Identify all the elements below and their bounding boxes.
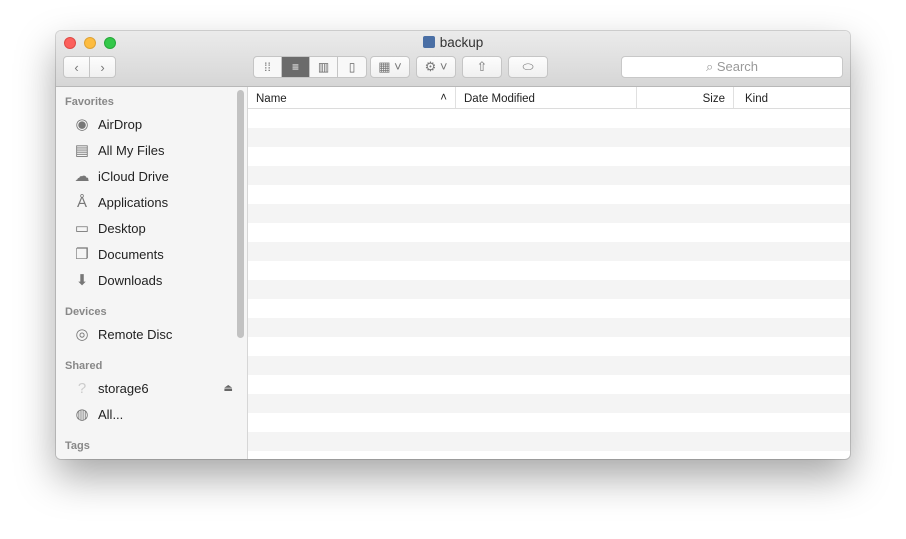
empty-row: [248, 432, 850, 451]
drive-icon: [422, 36, 435, 48]
column-kind[interactable]: Kind: [734, 87, 850, 108]
arrange-button[interactable]: ▦ ˅: [370, 56, 410, 78]
airdrop-icon: ◉: [75, 116, 89, 133]
sidebar-item-downloads[interactable]: ⬇ Downloads: [73, 270, 163, 290]
window-title: backup: [56, 35, 850, 50]
chevron-right-icon: ›: [100, 59, 105, 75]
forward-button[interactable]: ›: [89, 56, 116, 78]
section-devices: Devices: [65, 306, 107, 318]
sidebar-item-remote-disc[interactable]: ◎ Remote Disc: [73, 324, 172, 344]
arrange-icon: ▦ ˅: [378, 59, 402, 74]
empty-row: [248, 147, 850, 166]
back-button[interactable]: ‹: [63, 56, 90, 78]
sidebar: Favorites ◉ AirDrop ▤ All My Files ☁ iCloud…: [56, 87, 248, 459]
action-button[interactable]: ⚙ ˅: [416, 56, 456, 78]
empty-row: [248, 394, 850, 413]
sidebar-item-desktop[interactable]: ▭ Desktop: [73, 218, 146, 238]
empty-row: [248, 337, 850, 356]
search-icon: ⌕: [705, 59, 717, 74]
column-date-modified[interactable]: Date Modified: [456, 87, 637, 108]
empty-row: [248, 185, 850, 204]
empty-row: [248, 204, 850, 223]
all-files-icon: ▤: [74, 142, 90, 159]
question-icon: ?: [77, 379, 87, 397]
list-view-button[interactable]: ≡: [282, 57, 310, 77]
column-header: Name ˄ Date Modified Size Kind: [248, 87, 850, 109]
empty-row: [248, 166, 850, 185]
file-list: Name ˄ Date Modified Size Kind: [248, 87, 850, 459]
desktop-icon: ▭: [74, 220, 90, 237]
column-size[interactable]: Size: [637, 87, 734, 108]
empty-row: [248, 242, 850, 261]
toolbar: backup ‹ › ⁞⁞ ≡ ▥ ▯ ▦ ˅ ⚙ ˅ ⇧ ⬭ ⌕ Search: [56, 31, 850, 87]
share-icon: ⇧: [476, 59, 488, 74]
empty-row: [248, 261, 850, 280]
section-tags: Tags: [65, 440, 90, 452]
empty-row: [248, 109, 850, 128]
column-view-button[interactable]: ▥: [310, 57, 338, 77]
tag-button[interactable]: ⬭: [508, 56, 548, 78]
empty-row: [248, 280, 850, 299]
column-name[interactable]: Name ˄: [248, 87, 456, 108]
sort-ascending-icon: ˄: [440, 92, 447, 104]
gear-icon: ⚙ ˅: [424, 59, 448, 74]
empty-row: [248, 223, 850, 242]
network-icon: ◍: [75, 406, 89, 423]
section-shared: Shared: [65, 360, 103, 372]
coverflow-view-button[interactable]: ▯: [338, 57, 366, 77]
cloud-icon: ☁: [74, 168, 90, 185]
sidebar-item-documents[interactable]: ❐ Documents: [73, 244, 163, 264]
tag-icon: ⬭: [522, 59, 534, 74]
share-button[interactable]: ⇧: [462, 56, 502, 78]
empty-row: [248, 356, 850, 375]
chevron-left-icon: ‹: [74, 59, 79, 75]
disc-icon: ◎: [75, 326, 89, 343]
applications-icon: Å: [76, 193, 87, 211]
downloads-icon: ⬇: [75, 272, 89, 289]
view-mode-segment: ⁞⁞ ≡ ▥ ▯: [253, 56, 367, 78]
empty-row: [248, 375, 850, 394]
rows: [248, 109, 850, 459]
empty-row: [248, 413, 850, 432]
sidebar-item-applications[interactable]: Å Applications: [73, 192, 168, 212]
sidebar-item-all-my-files[interactable]: ▤ All My Files: [73, 140, 165, 160]
empty-row: [248, 318, 850, 337]
empty-row: [248, 451, 850, 459]
sidebar-scrollbar[interactable]: [237, 90, 244, 338]
empty-row: [248, 299, 850, 318]
empty-row: [248, 128, 850, 147]
sidebar-item-icloud-drive[interactable]: ☁ iCloud Drive: [73, 166, 169, 186]
documents-icon: ❐: [75, 246, 89, 263]
finder-window: backup ‹ › ⁞⁞ ≡ ▥ ▯ ▦ ˅ ⚙ ˅ ⇧ ⬭ ⌕ Search…: [56, 31, 850, 459]
eject-icon[interactable]: ⏏: [224, 383, 233, 394]
search-input[interactable]: ⌕ Search: [621, 56, 843, 78]
sidebar-item-all[interactable]: ◍ All...: [73, 404, 123, 424]
icon-view-button[interactable]: ⁞⁞: [254, 57, 282, 77]
sidebar-item-airdrop[interactable]: ◉ AirDrop: [73, 114, 142, 134]
sidebar-item-storage6[interactable]: ? storage6 ⏏: [73, 378, 233, 398]
section-favorites: Favorites: [65, 96, 114, 108]
